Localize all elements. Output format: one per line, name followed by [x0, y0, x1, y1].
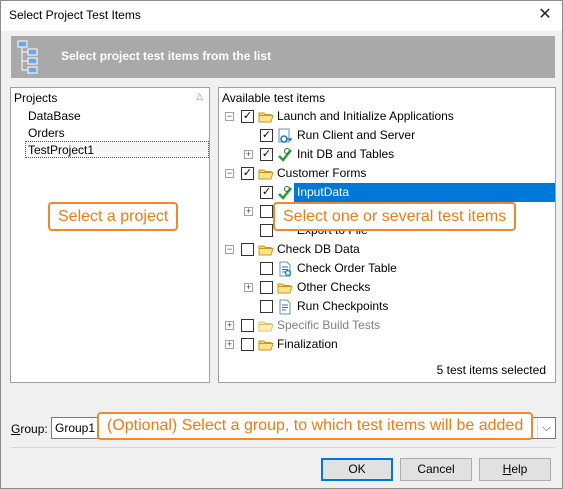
expand-icon[interactable]: + — [225, 340, 234, 349]
projects-header: Projects — [14, 91, 58, 105]
item-label: Customer Forms — [277, 166, 367, 180]
banner-text: Select project test items from the list — [61, 49, 272, 63]
divider — [11, 447, 555, 448]
project-item-database[interactable]: DataBase — [27, 108, 82, 125]
folder-icon — [258, 245, 274, 256]
sort-arrow-icon[interactable]: △ — [196, 91, 203, 102]
item-label: Run Checkpoints — [297, 299, 389, 313]
expand-icon[interactable]: + — [225, 321, 234, 330]
item-label: Check Order Table — [297, 261, 397, 275]
folder-icon — [258, 340, 274, 351]
item-checkbox[interactable] — [260, 281, 273, 294]
projects-list[interactable]: Projects △ DataBase Orders TestProject1 — [10, 87, 210, 383]
item-checkbox[interactable] — [241, 338, 254, 351]
tree-row[interactable]: + Finalization — [219, 335, 555, 354]
test-items-tree[interactable]: Available test items − ✓ Launch and Init… — [218, 87, 556, 383]
collapse-icon[interactable]: − — [225, 245, 234, 254]
header-banner: Select project test items from the list — [11, 36, 555, 78]
window-title: Select Project Test Items — [9, 8, 141, 22]
item-label: InputData — [297, 185, 350, 199]
tree-row[interactable]: + Other Checks — [219, 278, 555, 297]
ok-button[interactable]: OK — [321, 458, 393, 481]
chevron-down-icon[interactable]: ⌵ — [537, 418, 555, 438]
tree-row[interactable]: Run Checkpoints — [219, 297, 555, 316]
group-value: Group1 — [55, 421, 96, 435]
collapse-icon[interactable]: − — [225, 169, 234, 178]
item-label: Launch and Initialize Applications — [277, 109, 454, 123]
item-checkbox[interactable] — [241, 319, 254, 332]
item-label: Other Checks — [297, 280, 371, 294]
folder-icon — [258, 321, 274, 332]
expand-icon[interactable]: + — [244, 207, 253, 216]
item-label: Run Client and Server — [297, 128, 416, 142]
collapse-icon[interactable]: − — [225, 112, 234, 121]
callout-select-project: Select a project — [48, 202, 179, 231]
item-label: Finalization — [277, 337, 338, 351]
tree-row[interactable]: + ✓ Init DB and Tables — [219, 145, 555, 164]
folder-icon — [258, 112, 274, 123]
tree-row[interactable]: Check Order Table — [219, 259, 555, 278]
tree-row[interactable]: − ✓ Customer Forms — [219, 164, 555, 183]
item-label: Specific Build Tests — [277, 318, 381, 332]
item-checkbox[interactable] — [241, 243, 254, 256]
item-checkbox[interactable]: ✓ — [241, 167, 254, 180]
group-label: Group: — [11, 422, 48, 436]
item-checkbox[interactable]: ✓ — [260, 186, 273, 199]
item-checkbox[interactable] — [260, 224, 273, 237]
selection-status: 5 test items selected — [436, 363, 546, 377]
title-bar: Select Project Test Items ✕ — [1, 1, 562, 31]
script-icon — [279, 261, 292, 277]
item-checkbox[interactable] — [260, 300, 273, 313]
callout-select-items: Select one or several test items — [273, 202, 517, 231]
project-item-testproject1[interactable]: TestProject1 — [25, 141, 209, 158]
tree-row-selected[interactable]: ✓ InputData — [219, 183, 555, 202]
project-item-orders[interactable]: Orders — [27, 125, 66, 142]
tree-row[interactable]: + Specific Build Tests — [219, 316, 555, 335]
close-icon[interactable]: ✕ — [528, 1, 562, 30]
tree-icon — [17, 40, 38, 74]
item-checkbox[interactable]: ✓ — [241, 110, 254, 123]
key-run-icon — [278, 128, 292, 143]
callout-select-group: (Optional) Select a group, to which test… — [97, 412, 534, 440]
folder-icon — [277, 283, 293, 294]
item-label: Init DB and Tables — [297, 147, 395, 161]
item-checkbox[interactable]: ✓ — [260, 148, 273, 161]
help-button[interactable]: Help — [479, 458, 551, 481]
tree-row[interactable]: − Check DB Data — [219, 240, 555, 259]
item-checkbox[interactable] — [260, 262, 273, 275]
select-project-test-items-dialog: Select Project Test Items ✕ Select proje… — [0, 0, 563, 489]
item-checkbox[interactable] — [260, 205, 273, 218]
cancel-button[interactable]: Cancel — [400, 458, 472, 481]
expand-icon[interactable]: + — [244, 150, 253, 159]
folder-icon — [258, 169, 274, 180]
item-label: Check DB Data — [277, 242, 360, 256]
keyword-test-icon — [278, 148, 292, 162]
test-items-header: Available test items — [222, 91, 326, 105]
keyword-test-icon — [278, 186, 292, 200]
expand-icon[interactable]: + — [244, 283, 253, 292]
script-icon — [279, 299, 291, 315]
tree-row[interactable]: ✓ Run Client and Server — [219, 126, 555, 145]
tree-row[interactable]: − ✓ Launch and Initialize Applications — [219, 107, 555, 126]
item-checkbox[interactable]: ✓ — [260, 129, 273, 142]
